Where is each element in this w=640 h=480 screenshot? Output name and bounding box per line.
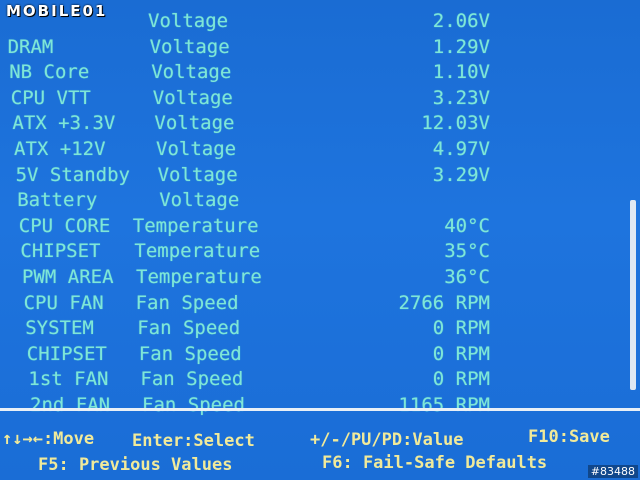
monitor-label: Battery bbox=[17, 189, 98, 212]
monitor-label: CPU VTT bbox=[10, 86, 91, 109]
help-previous-values: F5: Previous Values bbox=[38, 455, 233, 475]
photo-id-watermark: #83488 bbox=[587, 465, 638, 478]
monitor-row[interactable]: CPU FAN Fan Speed 2766 RPM bbox=[24, 290, 490, 316]
monitor-kind: Temperature bbox=[136, 266, 262, 288]
monitor-label: SYSTEM bbox=[25, 317, 94, 340]
monitor-value: 40°C bbox=[444, 214, 490, 237]
monitor-kind: Voltage bbox=[149, 35, 230, 58]
monitor-value: 0 RPM bbox=[432, 317, 490, 340]
monitor-row[interactable]: SYSTEM Fan Speed 0 RPM bbox=[25, 315, 490, 341]
monitor-row[interactable]: Battery Voltage bbox=[17, 187, 490, 213]
monitor-value: 0 RPM bbox=[432, 368, 490, 391]
monitor-row[interactable]: NB Core Voltage 1.10V bbox=[9, 59, 490, 85]
monitor-label: CPU CORE bbox=[18, 214, 111, 237]
monitor-label: ATX +12V bbox=[14, 138, 106, 160]
monitor-value: 12.03V bbox=[421, 112, 490, 135]
help-fail-safe-defaults: F6: Fail-Safe Defaults bbox=[322, 453, 548, 473]
monitor-value: 36°C bbox=[444, 266, 490, 288]
monitor-value: 0 RPM bbox=[432, 342, 490, 365]
monitor-kind: Voltage bbox=[159, 189, 240, 212]
monitor-kind: Fan Speed bbox=[137, 317, 241, 340]
monitor-kind: Voltage bbox=[151, 61, 232, 84]
monitor-label: CHIPSET bbox=[20, 240, 101, 263]
monitor-label: CPU FAN bbox=[23, 291, 104, 314]
help-value: +/-/PU/PD:Value bbox=[310, 430, 464, 450]
monitor-value: 2766 RPM bbox=[398, 291, 490, 314]
monitor-label: 1st FAN bbox=[28, 368, 109, 391]
monitor-row[interactable]: CHIPSET Fan Speed 0 RPM bbox=[27, 341, 490, 367]
monitor-kind: Temperature bbox=[134, 240, 261, 263]
monitor-value: 4.97V bbox=[432, 138, 490, 160]
monitor-label: CHIPSET bbox=[26, 342, 107, 365]
monitor-label: ATX +3.3V bbox=[12, 112, 116, 135]
monitor-value: 2.06V bbox=[432, 10, 490, 32]
monitor-row[interactable]: CPU VTT Voltage 3.23V bbox=[11, 85, 490, 111]
monitor-row[interactable]: 1st FAN Fan Speed 0 RPM bbox=[28, 366, 490, 392]
scrollbar[interactable] bbox=[630, 200, 636, 390]
monitor-row[interactable]: DRAM Voltage 1.29V bbox=[8, 34, 490, 60]
help-save: F10:Save bbox=[528, 427, 610, 447]
monitor-kind: Fan Speed bbox=[135, 291, 239, 314]
monitor-label: 5V Standby bbox=[15, 163, 130, 186]
monitor-kind: Voltage bbox=[157, 163, 238, 186]
help-move: ↑↓→←:Move bbox=[2, 429, 95, 449]
monitor-value: 1165 RPM bbox=[398, 394, 490, 416]
monitor-row[interactable]: CHIPSET Temperature 35°C bbox=[20, 238, 490, 264]
monitor-label: 2nd FAN bbox=[30, 394, 111, 416]
monitor-value: 1.29V bbox=[432, 35, 490, 58]
monitor-value: 35°C bbox=[444, 240, 490, 263]
monitor-kind: Temperature bbox=[132, 214, 259, 237]
monitor-value: 1.10V bbox=[432, 61, 490, 84]
monitor-row[interactable]: Voltage 2.06V bbox=[6, 8, 490, 34]
monitor-row[interactable]: ATX +3.3V Voltage 12.03V bbox=[12, 110, 490, 136]
monitor-row[interactable]: PWM AREA Temperature 36°C bbox=[22, 264, 490, 290]
monitor-label: NB Core bbox=[9, 61, 90, 84]
monitor-label: DRAM bbox=[7, 35, 54, 58]
monitor-row[interactable]: 5V Standby Voltage 3.29V bbox=[16, 162, 490, 188]
monitor-kind: Voltage bbox=[148, 10, 229, 32]
help-divider bbox=[0, 408, 640, 411]
help-enter-select: Enter:Select bbox=[132, 431, 255, 451]
monitor-kind: Fan Speed bbox=[142, 394, 245, 416]
monitor-kind: Fan Speed bbox=[138, 342, 242, 365]
monitor-row[interactable]: 2nd FAN Fan Speed 1165 RPM bbox=[30, 392, 490, 418]
monitor-kind: Fan Speed bbox=[140, 368, 244, 391]
monitor-kind: Voltage bbox=[154, 112, 235, 135]
monitor-row[interactable]: CPU CORE Temperature 40°C bbox=[19, 213, 490, 239]
bios-hardware-monitor-screen: MOBILE01 Voltage 2.06V DRAM Voltage 1.29V NB … bbox=[0, 0, 640, 480]
monitor-value: 3.23V bbox=[432, 86, 490, 109]
monitor-row[interactable]: ATX +12V Voltage 4.97V bbox=[14, 136, 490, 162]
monitor-label: PWM AREA bbox=[22, 266, 114, 288]
monitor-value: 3.29V bbox=[432, 163, 490, 186]
monitor-kind: Voltage bbox=[152, 86, 233, 109]
monitor-kind: Voltage bbox=[156, 138, 237, 160]
